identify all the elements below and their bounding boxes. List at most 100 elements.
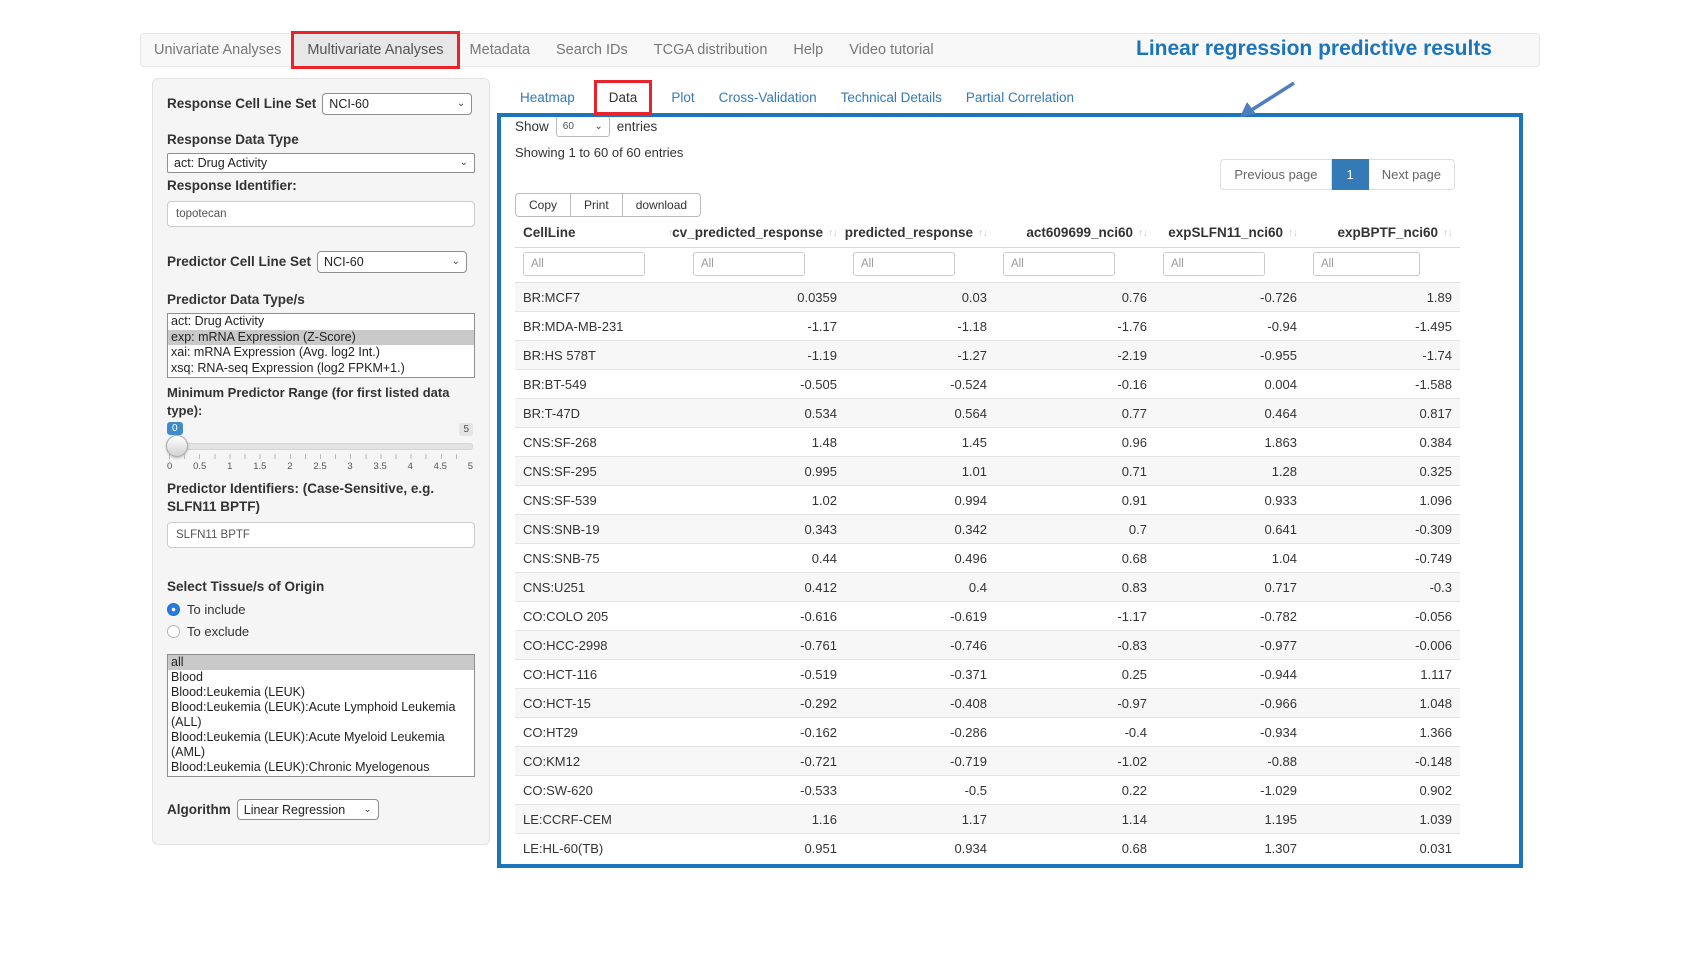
- tissue-listbox[interactable]: allBloodBlood:Leukemia (LEUK)Blood:Leuke…: [167, 654, 475, 777]
- sort-icon[interactable]: ↑↓: [1288, 227, 1297, 239]
- value-cell: -0.726: [1155, 283, 1305, 312]
- sort-icon[interactable]: ↑↓: [978, 227, 987, 239]
- radio-icon[interactable]: [167, 625, 180, 638]
- current-page-button[interactable]: 1: [1332, 159, 1369, 190]
- value-cell: -0.286: [845, 718, 995, 747]
- nav-item[interactable]: TCGA distribution: [641, 34, 781, 66]
- table-row[interactable]: LE:HL-60(TB)0.9510.9340.681.3070.031: [515, 834, 1460, 863]
- listbox-option[interactable]: Blood:Leukemia (LEUK):Acute Lymphoid Leu…: [168, 700, 474, 730]
- download-button[interactable]: download: [623, 193, 701, 217]
- table-row[interactable]: BR:T-47D0.5340.5640.770.4640.817: [515, 399, 1460, 428]
- table-row[interactable]: BR:MDA-MB-231-1.17-1.18-1.76-0.94-1.495: [515, 312, 1460, 341]
- column-header-label: cv_predicted_response: [672, 225, 823, 240]
- sort-icon[interactable]: ↑↓: [1138, 227, 1147, 239]
- listbox-option[interactable]: all: [168, 655, 474, 670]
- min-predictor-range-slider[interactable]: 0 5 00.511.522.533.544.55: [167, 422, 473, 474]
- tab-partial-correlation[interactable]: Partial Correlation: [954, 83, 1086, 112]
- value-cell: 1.48: [685, 428, 845, 457]
- print-button[interactable]: Print: [571, 193, 623, 217]
- predictor-identifiers-input[interactable]: [167, 522, 475, 548]
- table-row[interactable]: CO:COLO 205-0.616-0.619-1.17-0.782-0.056: [515, 602, 1460, 631]
- radio-icon[interactable]: [167, 603, 180, 616]
- value-cell: 0.325: [1305, 457, 1460, 486]
- listbox-option[interactable]: Blood:Leukemia (LEUK): [168, 685, 474, 700]
- table-row[interactable]: CO:SW-620-0.533-0.50.22-1.0290.902: [515, 776, 1460, 805]
- nav-item[interactable]: Search IDs: [543, 34, 641, 66]
- tissue-radio-to-include[interactable]: To include: [167, 601, 475, 618]
- result-tabbar: Heatmap Data PlotCross-ValidationTechnical…: [508, 83, 1086, 112]
- table-row[interactable]: CO:HCT-116-0.519-0.3710.25-0.9441.117: [515, 660, 1460, 689]
- listbox-option[interactable]: act: Drug Activity: [168, 314, 474, 330]
- table-row[interactable]: CO:HCC-2998-0.761-0.746-0.83-0.977-0.006: [515, 631, 1460, 660]
- value-cell: 1.28: [1155, 457, 1305, 486]
- response-cell-line-set-select[interactable]: NCI-60 ⌄: [322, 93, 472, 115]
- listbox-option[interactable]: Blood: [168, 670, 474, 685]
- sort-icon[interactable]: ↑↓: [828, 227, 837, 239]
- column-filter-input[interactable]: [853, 252, 955, 276]
- table-row[interactable]: BR:BT-549-0.505-0.524-0.160.004-1.588: [515, 370, 1460, 399]
- cell-line-cell: CO:HCT-116: [515, 660, 685, 689]
- nav-item[interactable]: Metadata: [457, 34, 543, 66]
- listbox-option[interactable]: xai: mRNA Expression (Avg. log2 Int.): [168, 345, 474, 361]
- listbox-option[interactable]: Blood:Leukemia (LEUK):Acute Myeloid Leuk…: [168, 730, 474, 760]
- column-filter-input[interactable]: [1163, 252, 1265, 276]
- value-cell: 0.031: [1305, 834, 1460, 863]
- copy-button[interactable]: Copy: [515, 193, 571, 217]
- tab-data[interactable]: Data: [597, 83, 650, 112]
- predictor-data-types-listbox[interactable]: act: Drug Activityexp: mRNA Expression (…: [167, 313, 475, 378]
- slider-track[interactable]: [167, 443, 473, 450]
- cell-line-cell: CO:HCC-2998: [515, 631, 685, 660]
- previous-page-button[interactable]: Previous page: [1220, 159, 1331, 190]
- table-row[interactable]: CNS:SNB-750.440.4960.681.04-0.749: [515, 544, 1460, 573]
- value-cell: -1.17: [685, 312, 845, 341]
- column-header[interactable]: cv_predicted_response↑↓: [685, 218, 845, 248]
- table-row[interactable]: CNS:U2510.4120.40.830.717-0.3: [515, 573, 1460, 602]
- column-header[interactable]: act609699_nci60↑↓: [995, 218, 1155, 248]
- table-row[interactable]: CO:KM12-0.721-0.719-1.02-0.88-0.148: [515, 747, 1460, 776]
- next-page-button[interactable]: Next page: [1369, 159, 1455, 190]
- value-cell: -0.83: [995, 631, 1155, 660]
- value-cell: 1.16: [685, 805, 845, 834]
- predictor-cell-line-set-select[interactable]: NCI-60 ⌄: [317, 251, 467, 273]
- column-filter-input[interactable]: [1003, 252, 1115, 276]
- table-row[interactable]: CNS:SF-2950.9951.010.711.280.325: [515, 457, 1460, 486]
- tab-cross-validation[interactable]: Cross-Validation: [707, 83, 829, 112]
- table-row[interactable]: LE:CCRF-CEM1.161.171.141.1951.039: [515, 805, 1460, 834]
- table-row[interactable]: CNS:SF-2681.481.450.961.8630.384: [515, 428, 1460, 457]
- column-header[interactable]: expBPTF_nci60↑↓: [1305, 218, 1460, 248]
- column-header[interactable]: predicted_response↑↓: [845, 218, 995, 248]
- table-row[interactable]: CNS:SNB-190.3430.3420.70.641-0.309: [515, 515, 1460, 544]
- cell-line-cell: BR:BT-549: [515, 370, 685, 399]
- response-data-type-select[interactable]: act: Drug Activity ⌄: [167, 153, 475, 173]
- table-row[interactable]: CNS:SF-5391.020.9940.910.9331.096: [515, 486, 1460, 515]
- tab-plot[interactable]: Plot: [659, 83, 706, 112]
- sort-icon[interactable]: ↑↓: [1443, 227, 1452, 239]
- algorithm-select[interactable]: Linear Regression ⌄: [237, 799, 379, 820]
- column-filter-input[interactable]: [693, 252, 805, 276]
- nav-item[interactable]: Help: [780, 34, 836, 66]
- column-header[interactable]: expSLFN11_nci60↑↓: [1155, 218, 1305, 248]
- table-row[interactable]: BR:MCF70.03590.030.76-0.7261.89: [515, 283, 1460, 312]
- response-identifier-input[interactable]: [167, 201, 475, 227]
- table-row[interactable]: CO:HCT-15-0.292-0.408-0.97-0.9661.048: [515, 689, 1460, 718]
- nav-item[interactable]: Univariate Analyses: [141, 34, 294, 66]
- listbox-option[interactable]: exp: mRNA Expression (Z-Score): [168, 330, 474, 346]
- tissue-radio-to-exclude[interactable]: To exclude: [167, 623, 475, 640]
- table-row[interactable]: BR:HS 578T-1.19-1.27-2.19-0.955-1.74: [515, 341, 1460, 370]
- table-row[interactable]: CO:HT29-0.162-0.286-0.4-0.9341.366: [515, 718, 1460, 747]
- slider-tick-label: 4.5: [434, 461, 447, 472]
- tab-heatmap[interactable]: Heatmap: [508, 83, 587, 112]
- page-length-select[interactable]: 60 ⌄: [556, 116, 610, 137]
- nav-item[interactable]: Video tutorial: [836, 34, 946, 66]
- chevron-down-icon: ⌄: [452, 257, 460, 267]
- column-header[interactable]: CellLine↑↓: [515, 218, 685, 248]
- value-cell: 0.717: [1155, 573, 1305, 602]
- table-header-row: CellLine↑↓cv_predicted_response↑↓predict…: [515, 218, 1460, 248]
- nav-item[interactable]: Multivariate Analyses: [294, 34, 456, 66]
- listbox-option[interactable]: Blood:Leukemia (LEUK):Chronic Myelogenou…: [168, 760, 474, 777]
- listbox-option[interactable]: xsq: RNA-seq Expression (log2 FPKM+1.): [168, 361, 474, 377]
- value-cell: 0.25: [995, 660, 1155, 689]
- tab-technical-details[interactable]: Technical Details: [829, 83, 954, 112]
- column-filter-input[interactable]: [523, 252, 645, 276]
- column-filter-input[interactable]: [1313, 252, 1420, 276]
